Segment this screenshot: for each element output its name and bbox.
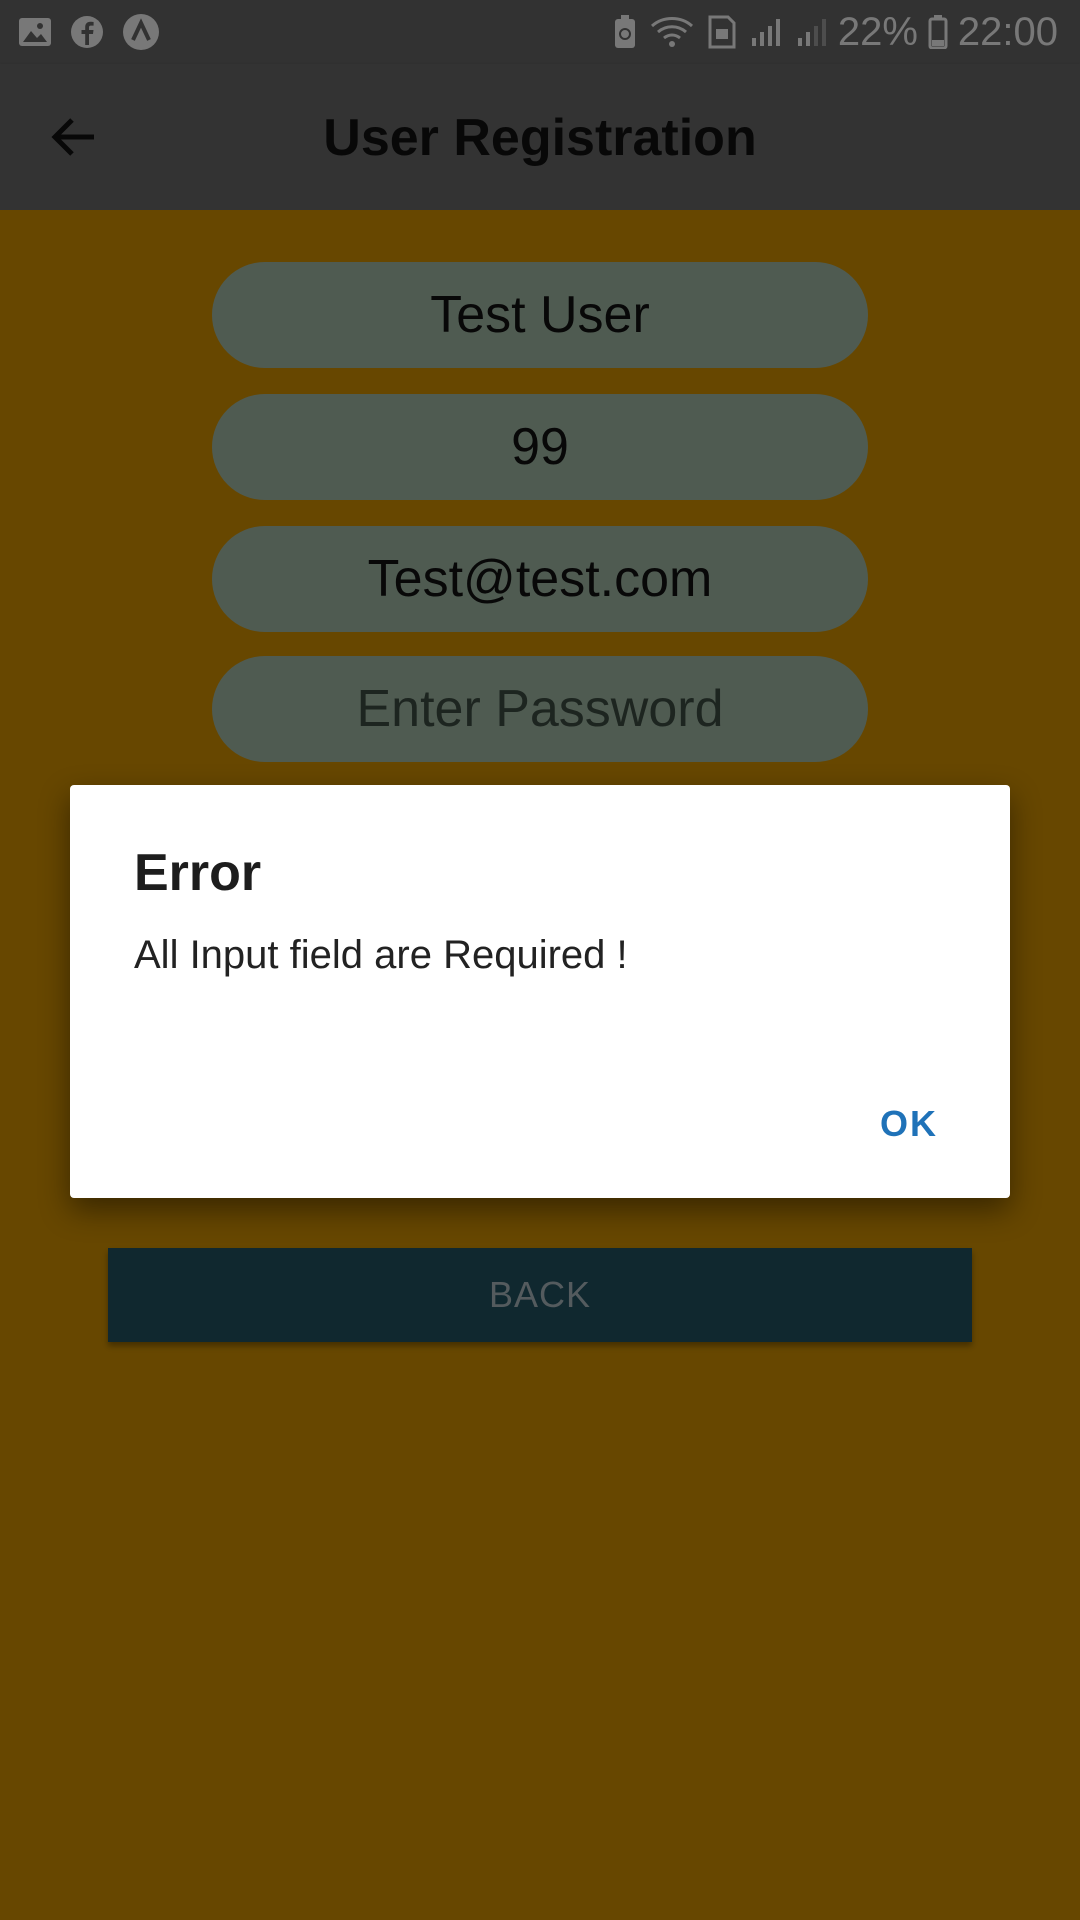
dialog-title: Error <box>134 844 262 902</box>
ok-button[interactable]: OK <box>880 1103 938 1145</box>
dialog-message: All Input field are Required ! <box>134 933 628 977</box>
error-dialog: Error All Input field are Required ! OK <box>70 785 1010 1198</box>
